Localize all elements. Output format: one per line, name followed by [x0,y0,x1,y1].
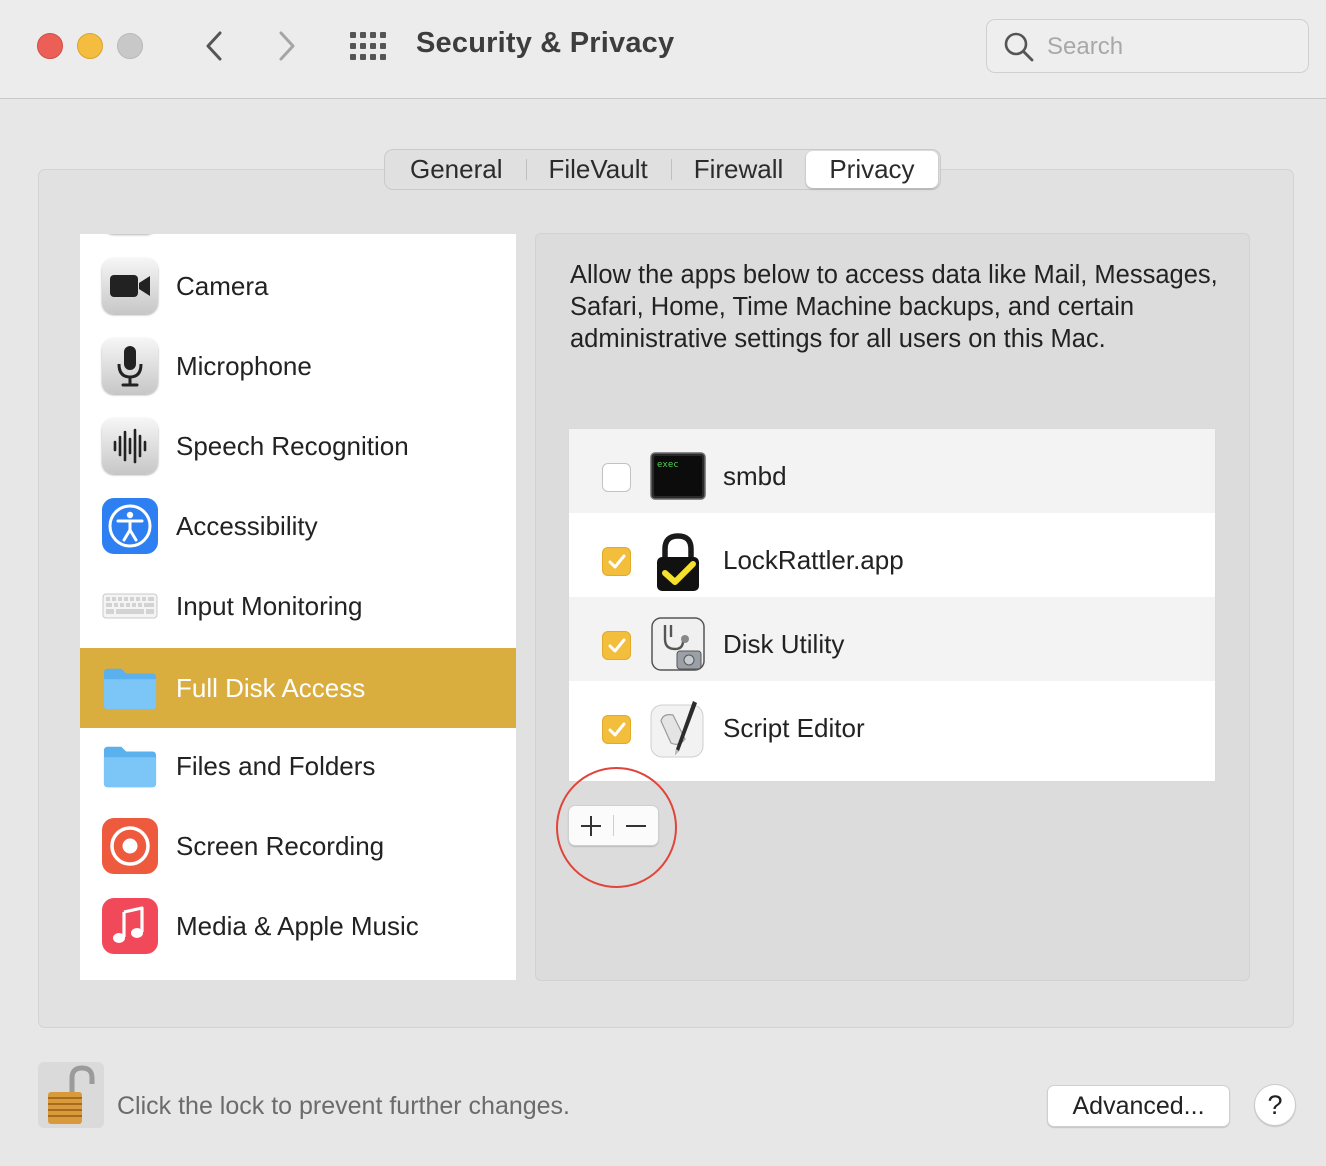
sidebar-item-accessibility[interactable]: Accessibility [80,486,516,566]
sidebar-item-label: Accessibility [176,510,318,541]
app-name: LockRattler.app [723,545,904,575]
folder-icon [102,660,158,716]
sidebar-item-label: Camera [176,270,269,301]
help-button[interactable]: ? [1254,1084,1296,1126]
tab-bar: General FileVault Firewall Privacy [384,149,941,190]
unlocked-padlock-icon [48,1065,95,1124]
plus-icon [581,815,601,836]
sidebar-item-label: Microphone [176,350,312,381]
sidebar-item-camera[interactable]: Camera [80,246,516,326]
add-app-button[interactable] [569,806,613,845]
app-row-script-editor[interactable]: Script Editor [569,681,1215,765]
show-all-button[interactable] [347,30,387,62]
close-window-button[interactable] [37,33,63,59]
camera-icon [102,258,158,314]
music-note-icon [102,898,158,954]
tab-firewall[interactable]: Firewall [670,151,807,188]
search-icon [1004,32,1034,62]
permission-description: Allow the apps below to access data like… [570,261,1218,353]
accessibility-icon [102,498,158,554]
grid-icon [350,32,386,60]
sidebar-item-label: Speech Recognition [176,430,409,461]
add-remove-control [568,805,659,846]
window-title: Security & Privacy [416,27,675,59]
advanced-button[interactable]: Advanced... [1047,1085,1230,1127]
sidebar-item-label: Full Disk Access [176,672,366,703]
sidebar-item-files-and-folders[interactable]: Files and Folders [80,726,516,806]
keyboard-icon [102,578,158,634]
disk-utility-icon [649,615,707,673]
terminal-exec-icon: exec [649,447,707,505]
app-checkbox[interactable] [602,715,631,744]
tab-general[interactable]: General [387,151,526,188]
tab-filevault[interactable]: FileVault [525,151,671,188]
sidebar-item-label: Files and Folders [176,750,376,781]
back-button[interactable] [192,24,236,68]
exec-label: exec [657,460,679,470]
checkmark-icon [608,554,625,568]
sidebar-item-speech-recognition[interactable]: Speech Recognition [80,406,516,486]
folder-icon [102,738,158,794]
minus-icon [626,824,646,827]
padlock-check-icon [649,531,707,591]
app-checkbox[interactable] [602,547,631,576]
app-row-disk-utility[interactable]: Disk Utility [569,597,1215,681]
app-row-smbd[interactable]: exec smbd [569,429,1215,513]
remove-app-button[interactable] [614,806,658,845]
sidebar-item-input-monitoring[interactable]: Input Monitoring [80,566,516,646]
forward-button[interactable] [265,24,309,68]
app-list[interactable]: exec smbd LockRattler.app Disk Utility S… [568,428,1216,782]
chevron-right-icon [279,31,295,61]
waveform-icon [102,418,158,474]
app-checkbox[interactable] [602,463,631,492]
tab-privacy[interactable]: Privacy [806,151,938,188]
search-field[interactable] [986,19,1309,73]
app-name: smbd [723,461,787,491]
microphone-icon [102,338,158,394]
search-input[interactable] [1047,30,1287,64]
sidebar-item-media-apple-music[interactable]: Media & Apple Music [80,886,516,966]
sidebar-item-label: Input Monitoring [176,590,363,621]
script-editor-icon [649,699,707,758]
privacy-category-list[interactable]: Camera Microphone Speech Recognition Acc… [80,234,516,980]
lock-message: Click the lock to prevent further change… [117,1092,571,1120]
sidebar-item-full-disk-access[interactable]: Full Disk Access [80,648,516,728]
chevron-left-icon [206,31,222,61]
lock-button[interactable] [38,1062,104,1128]
checkmark-icon [608,722,625,736]
sidebar-item-microphone[interactable]: Microphone [80,326,516,406]
sidebar-item-screen-recording[interactable]: Screen Recording [80,806,516,886]
app-name: Disk Utility [723,629,845,659]
app-name: Script Editor [723,713,865,743]
zoom-window-button[interactable] [117,33,143,59]
app-row-lockrattler[interactable]: LockRattler.app [569,513,1215,597]
app-checkbox[interactable] [602,631,631,660]
title-bar: Security & Privacy [0,0,1326,99]
screen-recording-icon [102,818,158,874]
sidebar-item-label: Media & Apple Music [176,910,419,941]
sidebar-item-label: Screen Recording [176,830,385,861]
minimize-window-button[interactable] [77,33,103,59]
checkmark-icon [608,638,625,652]
